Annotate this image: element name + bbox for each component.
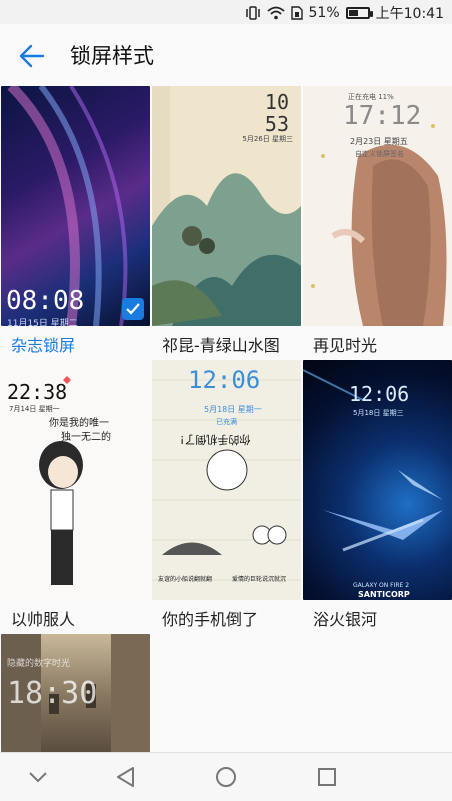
vibrate-icon	[245, 6, 261, 20]
nav-hide-button[interactable]	[24, 763, 52, 791]
handwritten-line-2: 独一无二的	[61, 432, 111, 443]
theme-thumbnail[interactable]: 22:38 7月14日 星期一 你是我的唯一 独一无二的	[1, 360, 150, 600]
theme-thumbnail[interactable]: 正在充电 11% 17:12 2月23日 星期五 自定义锁屏签名	[303, 86, 452, 326]
brand-line-2: SANTICORP	[358, 590, 410, 599]
lock-time: 12:06	[349, 382, 410, 406]
lock-date: 7月14日 星期一	[9, 405, 60, 413]
battery-percent: 51%	[308, 5, 340, 21]
status-bar: 51% 上午10:41	[0, 0, 452, 24]
page-title: 锁屏样式	[70, 44, 154, 68]
theme-item-street[interactable]: 隐藏的数字时光 18:30	[1, 634, 150, 752]
nav-home-button[interactable]	[212, 763, 240, 791]
theme-thumbnail[interactable]: 10 53 5月26日 星期三	[152, 86, 301, 326]
status-icons: 51% 上午10:41	[245, 3, 444, 23]
theme-item-handsome[interactable]: 22:38 7月14日 星期一 你是我的唯一 独一无二的 以帅服人	[1, 360, 150, 629]
nav-recent-button[interactable]	[313, 763, 341, 791]
lock-date: 11月15日 星期二	[7, 319, 78, 326]
theme-thumbnail[interactable]: 08:08 11月15日 星期二	[1, 86, 150, 326]
theme-item-magazine[interactable]: 08:08 11月15日 星期二 杂志锁屏	[1, 86, 150, 355]
theme-name: 杂志锁屏	[11, 336, 76, 355]
theme-item-farewell[interactable]: 正在充电 11% 17:12 2月23日 星期五 自定义锁屏签名 再见时光	[303, 86, 452, 355]
brand-line-1: GALAXY ON FIRE 2	[353, 582, 410, 589]
clock: 上午10:41	[375, 6, 444, 22]
lock-date: 5月18日 星期一	[204, 405, 262, 414]
nav-back-button[interactable]	[111, 763, 139, 791]
theme-thumbnail[interactable]: 12:06 5月18日 星期三 GALAXY ON FIRE 2 SANTICO…	[303, 360, 452, 600]
arrow-left-icon	[19, 44, 45, 68]
signature-text: 自定义锁屏签名	[355, 150, 404, 158]
circle-home-icon	[216, 767, 236, 787]
charge-state: 已充满	[216, 418, 237, 426]
theme-item-galaxy[interactable]: 12:06 5月18日 星期三 GALAXY ON FIRE 2 SANTICO…	[303, 360, 452, 629]
lock-hour: 10	[264, 90, 289, 114]
theme-item-landscape[interactable]: 10 53 5月26日 星期三 祁昆-青绿山水图	[152, 86, 301, 355]
caption-left: 友谊的小船说翻就翻	[158, 576, 213, 583]
chevron-down-icon	[29, 772, 47, 783]
lock-minute: 53	[264, 112, 289, 136]
lock-date: 5月26日 星期三	[242, 135, 293, 143]
theme-name: 浴火银河	[313, 610, 378, 629]
upside-down-text: 你的手机倒了!	[180, 433, 251, 446]
theme-name: 再见时光	[313, 336, 378, 355]
wifi-icon	[266, 6, 285, 20]
triangle-back-icon	[117, 767, 134, 787]
selected-checkbox[interactable]	[122, 298, 144, 320]
lock-title: 隐藏的数字时光	[7, 659, 71, 669]
theme-thumbnail[interactable]: 隐藏的数字时光 18:30	[1, 634, 150, 752]
lock-time: 12:06	[188, 366, 261, 394]
theme-name: 祁昆-青绿山水图	[162, 336, 280, 355]
back-button[interactable]	[16, 40, 48, 72]
lock-time: 08:08	[6, 286, 85, 316]
lock-time: 17:12	[343, 101, 422, 131]
lock-date: 5月18日 星期三	[353, 409, 404, 417]
lock-date: 2月23日 星期五	[350, 137, 408, 146]
app-bar: 锁屏样式	[0, 24, 452, 84]
check-icon	[126, 303, 140, 315]
caption-right: 爱情的巨轮说沉就沉	[232, 576, 287, 583]
system-nav-bar	[0, 752, 452, 801]
theme-name: 以帅服人	[11, 610, 76, 629]
lock-time: 18:30	[7, 676, 98, 711]
sim-icon	[290, 6, 303, 20]
battery-icon	[345, 7, 373, 19]
handwritten-line-1: 你是我的唯一	[49, 418, 109, 429]
theme-item-upside-down[interactable]: 12:06 5月18日 星期一 已充满 你的手机倒了! 友谊的小船说翻就翻 爱情…	[152, 360, 301, 629]
theme-thumbnail[interactable]: 12:06 5月18日 星期一 已充满 你的手机倒了! 友谊的小船说翻就翻 爱情…	[152, 360, 301, 600]
theme-name: 你的手机倒了	[162, 610, 259, 629]
lock-time: 22:38	[7, 380, 68, 404]
square-recent-icon	[318, 768, 336, 786]
